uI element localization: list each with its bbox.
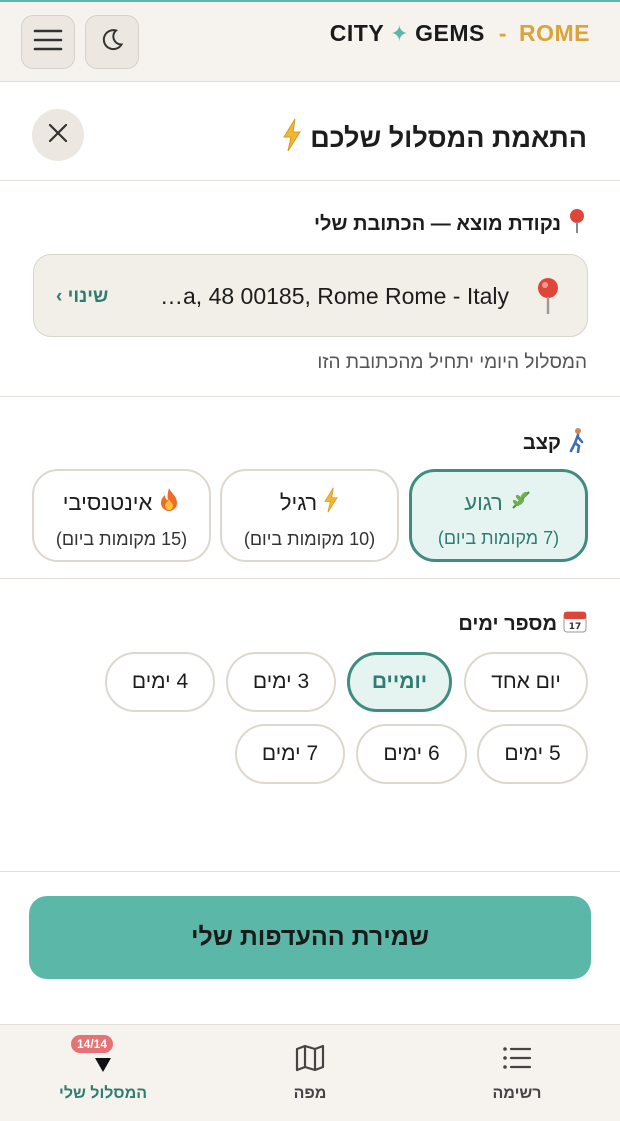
moon-icon: [99, 27, 125, 58]
day-option-4[interactable]: 4 ימים: [105, 652, 215, 712]
herb-icon: [509, 488, 533, 518]
pace-option-subtitle: (15 מקומות ביום): [55, 529, 188, 549]
menu-button[interactable]: [21, 15, 75, 69]
lightning-icon: [323, 487, 339, 519]
origin-label-text: נקודת מוצא — הכתובת שלי: [313, 212, 561, 235]
address-text: …a, 48 00185, Rome Rome - Italy: [160, 283, 509, 309]
days-label-text: מספר ימים: [458, 612, 557, 635]
sparkle-icon: ✦: [390, 20, 410, 46]
days-section-label: 17 מספר ימים: [458, 609, 587, 639]
close-button[interactable]: [32, 109, 84, 161]
pace-option-title: אינטנסיבי: [62, 490, 153, 515]
calendar-icon: 17: [563, 609, 587, 639]
close-icon: [47, 122, 69, 149]
origin-section-label: נקודת מוצא — הכתובת שלי: [314, 208, 587, 240]
bottom-nav: רשימה מפה 14/14 המסלול שלי: [0, 1024, 620, 1121]
pace-option-intensive[interactable]: אינטנסיבי (15 מקומות ביום): [32, 469, 211, 562]
walking-person-icon: [567, 427, 587, 459]
page-title-text: התאמת המסלול שלכם: [310, 123, 587, 153]
nav-item-my-route[interactable]: 14/14 המסלול שלי: [0, 1025, 206, 1121]
fire-icon: [158, 487, 180, 519]
page-header: התאמת המסלול שלכם: [0, 82, 620, 181]
brand-city-name: ROME: [519, 20, 590, 46]
svg-text:17: 17: [569, 622, 582, 632]
origin-hint: המסלול היומי יתחיל מהכתובת הזו: [317, 352, 587, 373]
route-count-badge: 14/14: [71, 1035, 114, 1053]
save-preferences-button[interactable]: שמירת ההעדפות שלי: [29, 896, 591, 979]
pace-label-text: קצב: [522, 431, 561, 454]
page-title: התאמת המסלול שלכם: [282, 118, 587, 159]
pace-section-label: קצב: [523, 427, 587, 459]
pace-option-subtitle: (10 מקומות ביום): [243, 529, 376, 549]
list-icon: [502, 1043, 532, 1073]
day-option-2[interactable]: יומיים: [347, 652, 452, 712]
brand-logo[interactable]: CITY ✦ GEMS - ROME: [330, 20, 590, 47]
day-option-7[interactable]: 7 ימים: [235, 724, 345, 784]
pushpin-icon: [567, 208, 587, 240]
brand-city-word: CITY: [329, 20, 385, 46]
nav-label-list: רשימה: [492, 1085, 542, 1102]
dark-mode-button[interactable]: [85, 15, 139, 69]
pace-option-title: רגוע: [464, 490, 503, 515]
nav-label-my-route: המסלול שלי: [58, 1085, 148, 1102]
pace-option-regular[interactable]: רגיל (10 מקומות ביום): [220, 469, 399, 562]
change-address-link[interactable]: שינוי ›: [56, 286, 108, 308]
pace-option-relaxed[interactable]: רגוע (7 מקומות ביום): [409, 469, 588, 562]
section-divider: [0, 578, 620, 579]
nav-label-map: מפה: [293, 1085, 327, 1102]
route-icon: 14/14: [71, 1035, 114, 1073]
brand-dash: -: [498, 20, 507, 46]
nav-item-list[interactable]: רשימה: [414, 1025, 620, 1121]
section-divider: [0, 871, 620, 872]
address-field[interactable]: …a, 48 00185, Rome Rome - Italy שינוי ›: [33, 254, 588, 337]
map-pin-icon: [535, 277, 561, 320]
hamburger-icon: [33, 28, 63, 57]
day-option-5[interactable]: 5 ימים: [477, 724, 588, 784]
brand-gems-word: GEMS: [415, 20, 485, 46]
pace-option-subtitle: (7 מקומות ביום): [437, 528, 560, 548]
pace-option-title: רגיל: [279, 490, 318, 515]
section-divider: [0, 396, 620, 397]
map-icon: [295, 1043, 325, 1073]
top-bar: CITY ✦ GEMS - ROME: [0, 0, 620, 82]
day-option-3[interactable]: 3 ימים: [226, 652, 336, 712]
day-option-6[interactable]: 6 ימים: [356, 724, 467, 784]
lightning-icon: [282, 118, 302, 159]
nav-item-map[interactable]: מפה: [207, 1025, 413, 1121]
day-option-1[interactable]: יום אחד: [464, 652, 588, 712]
